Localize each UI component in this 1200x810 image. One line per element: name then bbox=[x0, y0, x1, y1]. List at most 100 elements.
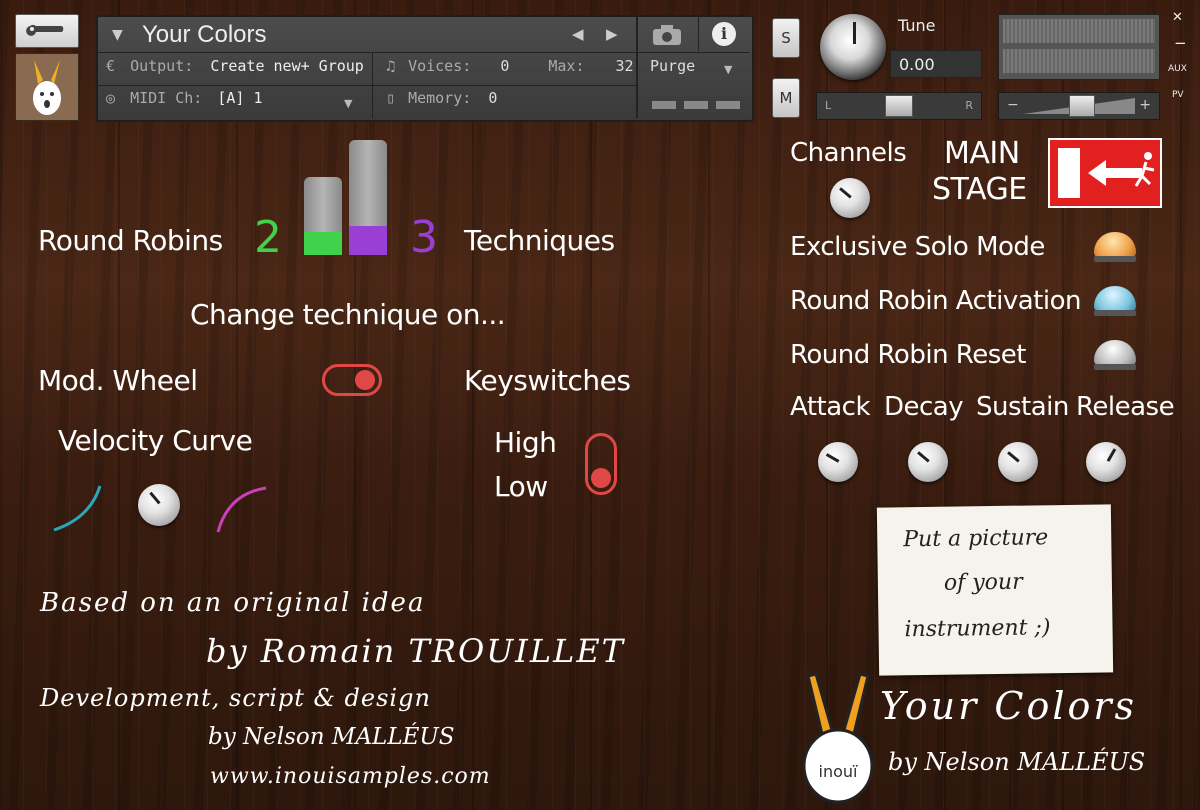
memory-value: 0 bbox=[488, 89, 498, 107]
instrument-name: Your Colors bbox=[142, 21, 267, 48]
inoui-logo-text: inouï bbox=[818, 762, 858, 781]
solo-button[interactable]: S bbox=[772, 18, 800, 58]
output-label: Output: bbox=[130, 57, 194, 75]
decay-knob[interactable] bbox=[908, 442, 948, 482]
volume-minus-label: − bbox=[1007, 97, 1019, 113]
next-instrument-icon[interactable]: ▶ bbox=[606, 25, 618, 43]
output-icon: € bbox=[106, 57, 116, 75]
pan-left-label: L bbox=[825, 99, 832, 112]
midi-channel-value[interactable]: [A] 1 bbox=[217, 89, 262, 107]
website-link[interactable]: www.inouisamples.com bbox=[210, 764, 491, 789]
pan-slider[interactable]: L R bbox=[816, 92, 982, 120]
credits-line-3: Development, script & design bbox=[40, 684, 431, 712]
cpu-meter-3 bbox=[716, 101, 740, 109]
mute-button[interactable]: M bbox=[772, 78, 800, 118]
snapshot-camera-icon[interactable] bbox=[650, 23, 684, 47]
voices-value: 0 bbox=[500, 57, 510, 75]
rr-activation-label: Round Robin Activation bbox=[790, 286, 1081, 316]
max-voices-label: Max: bbox=[548, 57, 585, 75]
note-line-1: Put a picture bbox=[903, 525, 1049, 553]
sustain-knob[interactable] bbox=[998, 442, 1038, 482]
midi-channel-label: MIDI Ch: bbox=[130, 89, 203, 107]
technique-switch-toggle[interactable] bbox=[322, 364, 382, 396]
channels-knob[interactable] bbox=[830, 178, 870, 218]
high-low-toggle-knob bbox=[591, 468, 611, 488]
low-label: Low bbox=[494, 470, 548, 503]
cpu-meter-1 bbox=[652, 101, 676, 109]
instrument-header-panel: ▼ Your Colors ◀ ▶ i € Output: Create new… bbox=[96, 15, 754, 122]
sustain-label: Sustain bbox=[976, 392, 1069, 422]
main-stage-label-line2: STAGE bbox=[932, 172, 1027, 207]
tune-knob[interactable] bbox=[820, 14, 886, 80]
volume-plus-label: + bbox=[1139, 97, 1151, 113]
pan-handle[interactable] bbox=[885, 95, 913, 117]
credits-line-2: by Romain TROUILLET bbox=[206, 632, 626, 670]
velocity-curve-label: Velocity Curve bbox=[58, 424, 253, 457]
change-technique-label: Change technique on... bbox=[190, 298, 506, 331]
wrench-button[interactable] bbox=[15, 14, 79, 48]
purge-dropdown-icon[interactable]: ▼ bbox=[724, 63, 732, 76]
techniques-bar-fill bbox=[349, 226, 387, 255]
velocity-curve-exp-icon bbox=[216, 486, 267, 533]
purge-menu[interactable]: Purge bbox=[650, 57, 695, 75]
product-name: Your Colors bbox=[880, 684, 1138, 728]
exclusive-solo-label: Exclusive Solo Mode bbox=[790, 232, 1045, 262]
mod-wheel-label: Mod. Wheel bbox=[38, 364, 198, 397]
exit-icon bbox=[1058, 148, 1155, 198]
voices-icon: ♫ bbox=[386, 57, 396, 75]
toggle-knob bbox=[355, 370, 375, 390]
tune-label: Tune bbox=[898, 16, 936, 35]
attack-knob[interactable] bbox=[818, 442, 858, 482]
round-robins-bar-fill bbox=[304, 231, 342, 255]
techniques-label: Techniques bbox=[464, 224, 615, 257]
aux-button[interactable]: AUX bbox=[1168, 64, 1187, 74]
collapse-arrow-icon[interactable]: ▼ bbox=[112, 27, 123, 43]
decay-label: Decay bbox=[884, 392, 964, 422]
credits-line-4: by Nelson MALLÉUS bbox=[208, 724, 455, 750]
midi-dropdown-icon[interactable]: ▼ bbox=[344, 97, 352, 110]
release-label: Release bbox=[1076, 392, 1175, 422]
techniques-count[interactable]: 3 bbox=[410, 212, 438, 263]
minimize-button[interactable]: − bbox=[1174, 34, 1187, 52]
high-low-toggle[interactable] bbox=[585, 433, 617, 495]
keyswitches-label: Keyswitches bbox=[464, 364, 631, 397]
rr-reset-label: Round Robin Reset bbox=[790, 340, 1026, 370]
pan-right-label: R bbox=[965, 99, 973, 112]
note-line-3: instrument ;) bbox=[904, 615, 1051, 643]
velocity-curve-log-icon bbox=[53, 485, 102, 532]
volume-slider[interactable]: − + bbox=[998, 92, 1160, 120]
credits-line-1: Based on an original idea bbox=[40, 588, 426, 618]
prev-instrument-icon[interactable]: ◀ bbox=[572, 25, 584, 43]
close-button[interactable]: ✕ bbox=[1172, 10, 1183, 25]
inoui-rabbit-logo-icon bbox=[802, 672, 874, 804]
tune-value[interactable]: 0.00 bbox=[890, 50, 982, 78]
level-meter bbox=[998, 14, 1160, 80]
product-author: by Nelson MALLÉUS bbox=[888, 748, 1146, 776]
round-robins-label: Round Robins bbox=[38, 224, 223, 257]
instrument-logo bbox=[15, 53, 79, 121]
pv-button[interactable]: PV bbox=[1172, 90, 1184, 100]
round-robins-bar bbox=[304, 177, 342, 255]
info-icon[interactable]: i bbox=[712, 22, 736, 46]
max-voices-value[interactable]: 32 bbox=[616, 57, 634, 75]
high-label: High bbox=[494, 426, 557, 459]
output-value[interactable]: Create new+ Group bbox=[210, 57, 364, 75]
voices-label: Voices: bbox=[408, 57, 472, 75]
level-meter-left bbox=[1003, 19, 1155, 43]
round-robins-count[interactable]: 2 bbox=[254, 212, 282, 263]
note-line-2: of your bbox=[943, 569, 1023, 596]
release-knob[interactable] bbox=[1086, 442, 1126, 482]
rabbit-icon bbox=[33, 60, 61, 115]
memory-label: Memory: bbox=[408, 89, 472, 107]
memory-icon: ▯ bbox=[386, 89, 396, 107]
exit-sign-button[interactable] bbox=[1048, 138, 1162, 208]
midi-icon: ◎ bbox=[106, 89, 116, 107]
instrument-picture-placeholder: Put a picture of your instrument ;) bbox=[876, 504, 1114, 676]
wrench-icon bbox=[26, 25, 64, 36]
main-stage-label-line1: MAIN bbox=[944, 136, 1020, 171]
level-meter-right bbox=[1003, 49, 1155, 73]
volume-handle[interactable] bbox=[1069, 95, 1095, 117]
cpu-meter-2 bbox=[684, 101, 708, 109]
velocity-curve-knob[interactable] bbox=[138, 484, 180, 526]
techniques-bar bbox=[349, 140, 387, 255]
